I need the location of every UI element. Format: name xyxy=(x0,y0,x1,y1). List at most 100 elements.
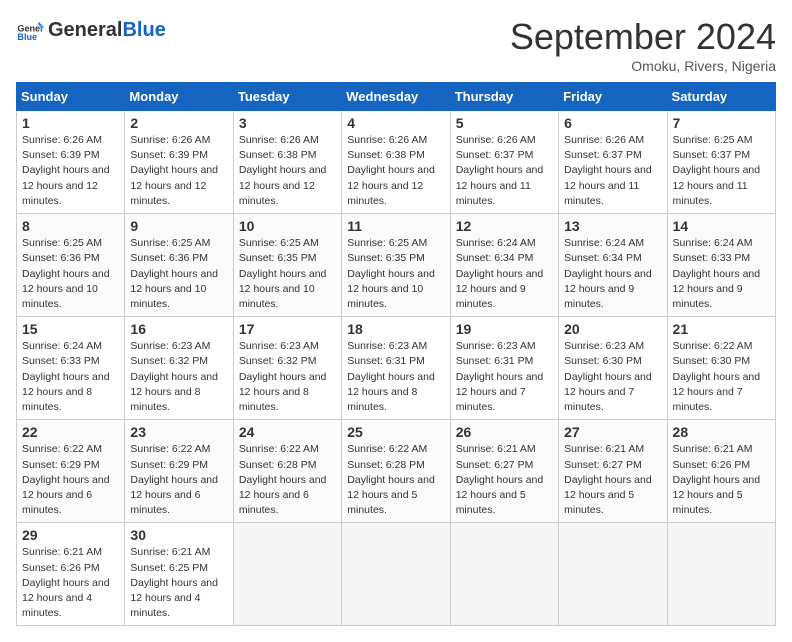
day-detail: Sunrise: 6:26 AM Sunset: 6:37 PM Dayligh… xyxy=(456,133,553,209)
calendar-day-cell xyxy=(559,523,667,626)
day-detail: Sunrise: 6:24 AM Sunset: 6:33 PM Dayligh… xyxy=(673,236,770,312)
day-number: 4 xyxy=(347,115,444,131)
day-detail: Sunrise: 6:22 AM Sunset: 6:29 PM Dayligh… xyxy=(22,442,119,518)
month-title: September 2024 xyxy=(510,16,776,58)
svg-text:Blue: Blue xyxy=(17,32,37,42)
calendar-day-cell: 27 Sunrise: 6:21 AM Sunset: 6:27 PM Dayl… xyxy=(559,420,667,523)
calendar-day-cell: 26 Sunrise: 6:21 AM Sunset: 6:27 PM Dayl… xyxy=(450,420,558,523)
calendar-day-cell xyxy=(450,523,558,626)
calendar-day-cell: 2 Sunrise: 6:26 AM Sunset: 6:39 PM Dayli… xyxy=(125,111,233,214)
day-number: 29 xyxy=(22,527,119,543)
calendar-week-row: 1 Sunrise: 6:26 AM Sunset: 6:39 PM Dayli… xyxy=(17,111,776,214)
day-number: 25 xyxy=(347,424,444,440)
day-detail: Sunrise: 6:26 AM Sunset: 6:39 PM Dayligh… xyxy=(130,133,227,209)
day-number: 15 xyxy=(22,321,119,337)
calendar-day-cell: 1 Sunrise: 6:26 AM Sunset: 6:39 PM Dayli… xyxy=(17,111,125,214)
col-tuesday: Tuesday xyxy=(233,83,341,111)
col-monday: Monday xyxy=(125,83,233,111)
calendar-day-cell: 11 Sunrise: 6:25 AM Sunset: 6:35 PM Dayl… xyxy=(342,214,450,317)
calendar-day-cell: 28 Sunrise: 6:21 AM Sunset: 6:26 PM Dayl… xyxy=(667,420,775,523)
logo: General Blue General Blue xyxy=(16,16,166,44)
calendar-day-cell: 21 Sunrise: 6:22 AM Sunset: 6:30 PM Dayl… xyxy=(667,317,775,420)
title-block: September 2024 Omoku, Rivers, Nigeria xyxy=(510,16,776,74)
day-detail: Sunrise: 6:21 AM Sunset: 6:26 PM Dayligh… xyxy=(673,442,770,518)
col-thursday: Thursday xyxy=(450,83,558,111)
col-friday: Friday xyxy=(559,83,667,111)
day-detail: Sunrise: 6:22 AM Sunset: 6:28 PM Dayligh… xyxy=(347,442,444,518)
calendar-day-cell: 16 Sunrise: 6:23 AM Sunset: 6:32 PM Dayl… xyxy=(125,317,233,420)
calendar-day-cell: 18 Sunrise: 6:23 AM Sunset: 6:31 PM Dayl… xyxy=(342,317,450,420)
calendar-day-cell: 6 Sunrise: 6:26 AM Sunset: 6:37 PM Dayli… xyxy=(559,111,667,214)
calendar-week-row: 8 Sunrise: 6:25 AM Sunset: 6:36 PM Dayli… xyxy=(17,214,776,317)
day-number: 7 xyxy=(673,115,770,131)
calendar-day-cell: 19 Sunrise: 6:23 AM Sunset: 6:31 PM Dayl… xyxy=(450,317,558,420)
day-number: 22 xyxy=(22,424,119,440)
day-detail: Sunrise: 6:23 AM Sunset: 6:31 PM Dayligh… xyxy=(456,339,553,415)
calendar-header-row: Sunday Monday Tuesday Wednesday Thursday… xyxy=(17,83,776,111)
calendar-day-cell: 22 Sunrise: 6:22 AM Sunset: 6:29 PM Dayl… xyxy=(17,420,125,523)
calendar-day-cell: 4 Sunrise: 6:26 AM Sunset: 6:38 PM Dayli… xyxy=(342,111,450,214)
day-number: 21 xyxy=(673,321,770,337)
day-number: 5 xyxy=(456,115,553,131)
calendar-day-cell xyxy=(342,523,450,626)
day-detail: Sunrise: 6:21 AM Sunset: 6:25 PM Dayligh… xyxy=(130,545,227,621)
day-detail: Sunrise: 6:25 AM Sunset: 6:36 PM Dayligh… xyxy=(130,236,227,312)
day-number: 20 xyxy=(564,321,661,337)
day-number: 12 xyxy=(456,218,553,234)
calendar-day-cell: 9 Sunrise: 6:25 AM Sunset: 6:36 PM Dayli… xyxy=(125,214,233,317)
page-header: General Blue General Blue September 2024… xyxy=(16,16,776,74)
day-detail: Sunrise: 6:22 AM Sunset: 6:29 PM Dayligh… xyxy=(130,442,227,518)
day-detail: Sunrise: 6:25 AM Sunset: 6:37 PM Dayligh… xyxy=(673,133,770,209)
day-number: 23 xyxy=(130,424,227,440)
calendar-day-cell xyxy=(667,523,775,626)
day-detail: Sunrise: 6:23 AM Sunset: 6:31 PM Dayligh… xyxy=(347,339,444,415)
col-sunday: Sunday xyxy=(17,83,125,111)
day-number: 13 xyxy=(564,218,661,234)
calendar-day-cell: 20 Sunrise: 6:23 AM Sunset: 6:30 PM Dayl… xyxy=(559,317,667,420)
calendar-week-row: 29 Sunrise: 6:21 AM Sunset: 6:26 PM Dayl… xyxy=(17,523,776,626)
day-number: 30 xyxy=(130,527,227,543)
day-detail: Sunrise: 6:21 AM Sunset: 6:27 PM Dayligh… xyxy=(564,442,661,518)
day-detail: Sunrise: 6:26 AM Sunset: 6:37 PM Dayligh… xyxy=(564,133,661,209)
day-detail: Sunrise: 6:26 AM Sunset: 6:38 PM Dayligh… xyxy=(239,133,336,209)
calendar-week-row: 22 Sunrise: 6:22 AM Sunset: 6:29 PM Dayl… xyxy=(17,420,776,523)
day-number: 3 xyxy=(239,115,336,131)
logo-blue: Blue xyxy=(122,19,165,42)
day-number: 2 xyxy=(130,115,227,131)
day-number: 19 xyxy=(456,321,553,337)
calendar-day-cell: 17 Sunrise: 6:23 AM Sunset: 6:32 PM Dayl… xyxy=(233,317,341,420)
day-number: 10 xyxy=(239,218,336,234)
day-number: 26 xyxy=(456,424,553,440)
calendar-week-row: 15 Sunrise: 6:24 AM Sunset: 6:33 PM Dayl… xyxy=(17,317,776,420)
day-number: 16 xyxy=(130,321,227,337)
calendar-day-cell: 25 Sunrise: 6:22 AM Sunset: 6:28 PM Dayl… xyxy=(342,420,450,523)
day-detail: Sunrise: 6:23 AM Sunset: 6:32 PM Dayligh… xyxy=(239,339,336,415)
day-number: 28 xyxy=(673,424,770,440)
day-detail: Sunrise: 6:26 AM Sunset: 6:39 PM Dayligh… xyxy=(22,133,119,209)
day-detail: Sunrise: 6:25 AM Sunset: 6:35 PM Dayligh… xyxy=(347,236,444,312)
logo-general: General xyxy=(48,19,122,42)
calendar-day-cell: 29 Sunrise: 6:21 AM Sunset: 6:26 PM Dayl… xyxy=(17,523,125,626)
day-detail: Sunrise: 6:26 AM Sunset: 6:38 PM Dayligh… xyxy=(347,133,444,209)
day-number: 27 xyxy=(564,424,661,440)
logo-icon: General Blue xyxy=(16,16,44,44)
day-detail: Sunrise: 6:25 AM Sunset: 6:35 PM Dayligh… xyxy=(239,236,336,312)
calendar-day-cell: 3 Sunrise: 6:26 AM Sunset: 6:38 PM Dayli… xyxy=(233,111,341,214)
day-detail: Sunrise: 6:22 AM Sunset: 6:30 PM Dayligh… xyxy=(673,339,770,415)
day-number: 18 xyxy=(347,321,444,337)
calendar-day-cell: 24 Sunrise: 6:22 AM Sunset: 6:28 PM Dayl… xyxy=(233,420,341,523)
calendar-day-cell: 10 Sunrise: 6:25 AM Sunset: 6:35 PM Dayl… xyxy=(233,214,341,317)
day-number: 17 xyxy=(239,321,336,337)
col-wednesday: Wednesday xyxy=(342,83,450,111)
day-detail: Sunrise: 6:22 AM Sunset: 6:28 PM Dayligh… xyxy=(239,442,336,518)
day-detail: Sunrise: 6:21 AM Sunset: 6:26 PM Dayligh… xyxy=(22,545,119,621)
calendar-day-cell: 5 Sunrise: 6:26 AM Sunset: 6:37 PM Dayli… xyxy=(450,111,558,214)
day-detail: Sunrise: 6:24 AM Sunset: 6:34 PM Dayligh… xyxy=(456,236,553,312)
calendar-day-cell: 8 Sunrise: 6:25 AM Sunset: 6:36 PM Dayli… xyxy=(17,214,125,317)
calendar-day-cell xyxy=(233,523,341,626)
calendar-table: Sunday Monday Tuesday Wednesday Thursday… xyxy=(16,82,776,626)
calendar-day-cell: 23 Sunrise: 6:22 AM Sunset: 6:29 PM Dayl… xyxy=(125,420,233,523)
day-number: 8 xyxy=(22,218,119,234)
day-number: 14 xyxy=(673,218,770,234)
day-number: 11 xyxy=(347,218,444,234)
